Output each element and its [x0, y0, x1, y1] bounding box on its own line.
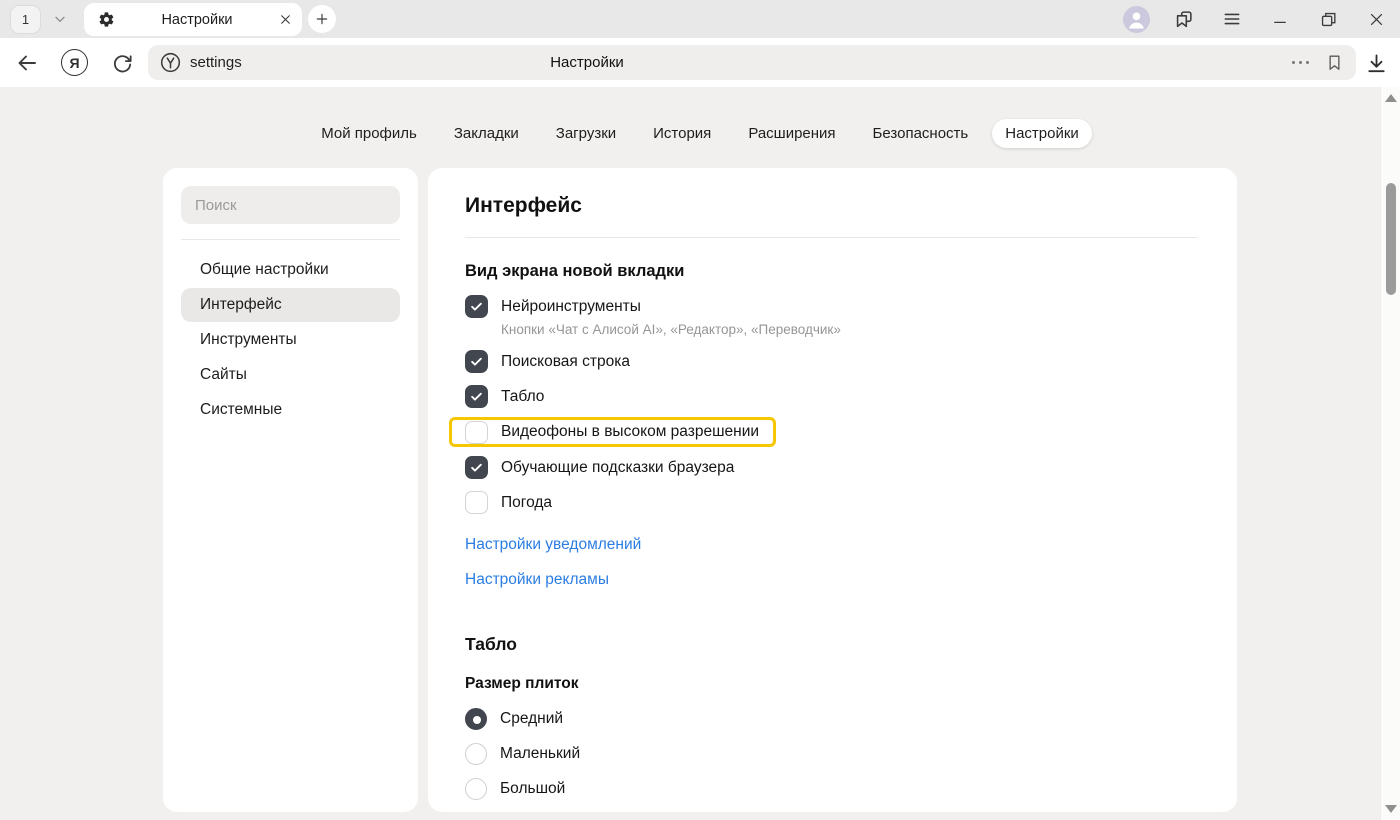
tab-list-chevron-down-icon[interactable] — [49, 8, 71, 30]
protect-icon[interactable] — [159, 51, 182, 74]
checkbox-row-browser-tips[interactable]: Обучающие подсказки браузера — [465, 450, 1197, 485]
sidebar-item-interface[interactable]: Интерфейс — [181, 288, 400, 322]
nav-tab-bookmarks[interactable]: Закладки — [441, 119, 532, 148]
nav-tab-profile[interactable]: Мой профиль — [308, 119, 430, 148]
checkbox-label: Погода — [501, 494, 552, 512]
browser-tab-settings[interactable]: Настройки — [84, 3, 302, 36]
downloads-icon[interactable] — [1363, 50, 1389, 76]
tab-close-icon[interactable] — [279, 13, 292, 26]
sidebar-divider — [181, 239, 400, 240]
checkbox-checked[interactable] — [465, 295, 488, 318]
checkbox-row-tableau[interactable]: Табло — [465, 379, 1197, 414]
neurotools-subtext: Кнопки «Чат с Алисой AI», «Редактор», «П… — [501, 322, 1197, 337]
bookmark-icon[interactable] — [1325, 53, 1344, 72]
omnibox-page-title: Настройки — [550, 45, 624, 80]
ads-settings-link[interactable]: Настройки рекламы — [465, 569, 1197, 590]
yandex-logo[interactable]: Я — [61, 49, 88, 76]
nav-tab-security[interactable]: Безопасность — [860, 119, 982, 148]
checkbox-label: Видеофоны в высоком разрешении — [501, 423, 759, 441]
sidebar-item-system[interactable]: Системные — [181, 393, 400, 427]
settings-sidebar: Общие настройки Интерфейс Инструменты Са… — [163, 168, 418, 812]
window-restore-button[interactable] — [1304, 0, 1352, 38]
checkbox-row-neurotools[interactable]: Нейроинструменты — [465, 289, 1197, 324]
address-text[interactable]: settings — [190, 45, 242, 80]
scrollbar-thumb[interactable] — [1386, 183, 1396, 295]
tab-count-button[interactable]: 1 — [10, 5, 41, 34]
window-close-button[interactable] — [1352, 0, 1400, 38]
nav-tab-settings[interactable]: Настройки — [992, 119, 1092, 148]
nav-tab-downloads[interactable]: Загрузки — [543, 119, 629, 148]
checkbox-checked[interactable] — [465, 385, 488, 408]
titlebar: 1 Настройки — [0, 0, 1400, 38]
radio-row-large[interactable]: Большой — [465, 771, 1197, 806]
address-bar[interactable]: settings Настройки — [148, 45, 1356, 80]
checkbox-row-weather[interactable]: Погода — [465, 485, 1197, 520]
checkbox-label: Обучающие подсказки браузера — [501, 459, 734, 477]
radio-unselected[interactable] — [465, 778, 487, 800]
radio-selected[interactable] — [465, 708, 487, 730]
back-button[interactable] — [14, 50, 40, 76]
checkbox-label: Поисковая строка — [501, 353, 630, 371]
radio-label: Средний — [500, 710, 563, 728]
checkbox-row-search-bar[interactable]: Поисковая строка — [465, 344, 1197, 379]
yandex-logo-letter: Я — [69, 55, 79, 71]
page-scrollbar[interactable] — [1380, 87, 1400, 820]
checkbox-checked[interactable] — [465, 456, 488, 479]
refresh-button[interactable] — [109, 50, 135, 76]
radio-row-medium[interactable]: Средний — [465, 701, 1197, 736]
radio-row-small[interactable]: Маленький — [465, 736, 1197, 771]
section-title: Вид экрана новой вкладки — [465, 262, 1197, 281]
nav-tab-extensions[interactable]: Расширения — [735, 119, 848, 148]
radio-label: Маленький — [500, 745, 580, 763]
checkbox-label: Табло — [501, 388, 544, 406]
gear-icon — [98, 11, 115, 28]
scroll-down-arrow-icon[interactable] — [1385, 805, 1397, 813]
panels-icon[interactable] — [1160, 0, 1208, 38]
checkbox-row-video-backgrounds-highlighted[interactable]: Видеофоны в высоком разрешении — [449, 417, 776, 447]
sidebar-item-general[interactable]: Общие настройки — [181, 253, 400, 287]
heading-divider — [465, 237, 1197, 238]
checkbox-label: Нейроинструменты — [501, 298, 641, 316]
settings-page: Мой профиль Закладки Загрузки История Ра… — [0, 87, 1400, 820]
sidebar-item-sites[interactable]: Сайты — [181, 358, 400, 392]
window-minimize-button[interactable] — [1256, 0, 1304, 38]
menu-hamburger-icon[interactable] — [1208, 0, 1256, 38]
checkbox-unchecked[interactable] — [465, 421, 488, 444]
profile-avatar[interactable] — [1112, 0, 1160, 38]
tableau-section-heading: Табло — [465, 634, 1197, 655]
checkbox-unchecked[interactable] — [465, 491, 488, 514]
radio-unselected[interactable] — [465, 743, 487, 765]
tile-size-label: Размер плиток — [465, 675, 1197, 693]
toolbar: Я settings Настройки — [0, 38, 1400, 87]
checkbox-checked[interactable] — [465, 350, 488, 373]
radio-label: Большой — [500, 780, 565, 798]
notifications-settings-link[interactable]: Настройки уведомлений — [465, 534, 1197, 555]
sidebar-item-tools[interactable]: Инструменты — [181, 323, 400, 357]
settings-nav-tabs: Мой профиль Закладки Загрузки История Ра… — [163, 119, 1237, 148]
page-title: Интерфейс — [465, 168, 1197, 218]
avatar-icon — [1123, 6, 1150, 33]
tab-title: Настройки — [115, 12, 279, 28]
nav-tab-history[interactable]: История — [640, 119, 724, 148]
new-tab-button[interactable] — [308, 5, 336, 33]
settings-main-panel: Интерфейс Вид экрана новой вкладки Нейро… — [428, 168, 1237, 812]
search-input[interactable] — [181, 186, 400, 224]
more-actions-icon[interactable] — [1292, 61, 1310, 65]
scroll-up-arrow-icon[interactable] — [1385, 94, 1397, 102]
